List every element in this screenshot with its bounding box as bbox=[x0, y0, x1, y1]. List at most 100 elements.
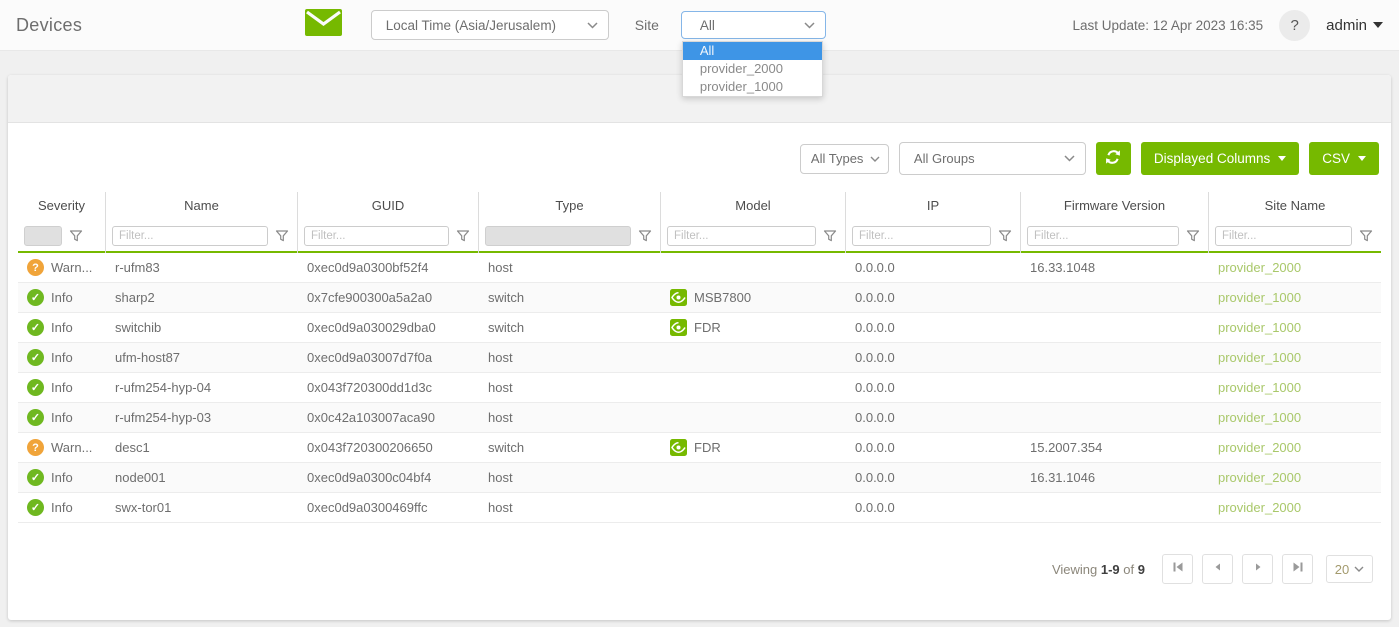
table-body: ?Warn...r-ufm830xec0d9a0300bf52f4host0.0… bbox=[18, 253, 1381, 523]
type-cell: switch bbox=[479, 440, 661, 455]
model-filter-input[interactable] bbox=[667, 226, 816, 246]
question-mark-icon: ? bbox=[1290, 17, 1298, 34]
mail-button[interactable] bbox=[305, 11, 343, 39]
guid-cell: 0xec0d9a0300469ffc bbox=[298, 500, 479, 515]
firmware-cell: 16.31.1046 bbox=[1021, 470, 1209, 485]
types-filter-select[interactable]: All Types bbox=[800, 144, 889, 174]
table-row[interactable]: ✓Infoswitchib0xec0d9a030029dba0switchFDR… bbox=[18, 313, 1381, 343]
severity-label: Warn... bbox=[51, 440, 92, 455]
severity-cell: ✓Info bbox=[18, 379, 106, 396]
caret-down-icon bbox=[1358, 156, 1366, 161]
firmware-cell: 15.2007.354 bbox=[1021, 440, 1209, 455]
column-header-model[interactable]: Model bbox=[661, 192, 846, 219]
site-select[interactable]: All bbox=[681, 11, 826, 39]
arrow-left-icon bbox=[1210, 559, 1226, 580]
refresh-button[interactable] bbox=[1096, 142, 1131, 175]
column-header-severity[interactable]: Severity bbox=[18, 192, 106, 219]
severity-label: Info bbox=[51, 320, 73, 335]
table-row[interactable]: ✓Infoswx-tor010xec0d9a0300469ffchost0.0.… bbox=[18, 493, 1381, 523]
guid-filter-input[interactable] bbox=[304, 226, 449, 246]
site-name-cell: provider_1000 bbox=[1209, 290, 1381, 305]
type-cell: switch bbox=[479, 320, 661, 335]
funnel-icon[interactable] bbox=[69, 229, 83, 243]
page-size-select[interactable]: 20 bbox=[1326, 555, 1373, 583]
user-menu[interactable]: admin bbox=[1326, 17, 1383, 34]
info-icon: ✓ bbox=[27, 379, 44, 396]
warning-icon: ? bbox=[27, 439, 44, 456]
arrow-right-icon bbox=[1250, 559, 1266, 580]
type-cell: host bbox=[479, 470, 661, 485]
next-page-button[interactable] bbox=[1242, 554, 1273, 584]
severity-cell: ✓Info bbox=[18, 319, 106, 336]
info-icon: ✓ bbox=[27, 499, 44, 516]
site-name-cell: provider_2000 bbox=[1209, 470, 1381, 485]
funnel-icon[interactable] bbox=[998, 229, 1012, 243]
timezone-select[interactable]: Local Time (Asia/Jerusalem) bbox=[371, 10, 609, 40]
severity-cell: ? Warn... bbox=[18, 439, 106, 456]
timezone-value: Local Time (Asia/Jerusalem) bbox=[386, 18, 556, 33]
first-page-button[interactable] bbox=[1162, 554, 1193, 584]
funnel-icon[interactable] bbox=[638, 229, 652, 243]
table-row[interactable]: ✓Infor-ufm254-hyp-030x0c42a103007aca90ho… bbox=[18, 403, 1381, 433]
table-row[interactable]: ✓Infonode0010xec0d9a0300c04bf4host0.0.0.… bbox=[18, 463, 1381, 493]
groups-filter-select[interactable]: All Groups bbox=[899, 142, 1086, 175]
skip-to-first-icon bbox=[1170, 559, 1186, 580]
guid-cell: 0x0c42a103007aca90 bbox=[298, 410, 479, 425]
table-row[interactable]: ?Warn...desc10x043f720300206650switchFDR… bbox=[18, 433, 1381, 463]
table-row[interactable]: ?Warn...r-ufm830xec0d9a0300bf52f4host0.0… bbox=[18, 253, 1381, 283]
site-option-all[interactable]: All bbox=[683, 42, 822, 60]
help-button[interactable]: ? bbox=[1279, 10, 1310, 41]
funnel-icon[interactable] bbox=[1359, 229, 1373, 243]
table-row[interactable]: ✓Infor-ufm254-hyp-040x043f720300dd1d3cho… bbox=[18, 373, 1381, 403]
severity-cell: ✓Info bbox=[18, 469, 106, 486]
funnel-icon[interactable] bbox=[823, 229, 837, 243]
funnel-icon[interactable] bbox=[275, 229, 289, 243]
severity-label: Info bbox=[51, 500, 73, 515]
site-name-cell: provider_1000 bbox=[1209, 320, 1381, 335]
column-header-guid[interactable]: GUID bbox=[298, 192, 479, 219]
firmware-cell: 16.33.1048 bbox=[1021, 260, 1209, 275]
site-option-provider-2000[interactable]: provider_2000 bbox=[683, 60, 822, 78]
username-label: admin bbox=[1326, 17, 1367, 34]
ip-cell: 0.0.0.0 bbox=[846, 440, 1021, 455]
name-cell: r-ufm83 bbox=[106, 260, 298, 275]
displayed-columns-button[interactable]: Displayed Columns bbox=[1141, 142, 1299, 175]
info-icon: ✓ bbox=[27, 409, 44, 426]
site-name-cell: provider_2000 bbox=[1209, 440, 1381, 455]
severity-cell: ✓ Info bbox=[18, 409, 106, 426]
previous-page-button[interactable] bbox=[1202, 554, 1233, 584]
column-header-type[interactable]: Type bbox=[479, 192, 661, 219]
severity-label: Info bbox=[51, 350, 73, 365]
table-row[interactable]: ✓Infosharp20x7cfe900300a5a2a0switchMSB78… bbox=[18, 283, 1381, 313]
type-cell: host bbox=[479, 500, 661, 515]
guid-cell: 0xec0d9a0300c04bf4 bbox=[298, 470, 479, 485]
severity-filter-disabled bbox=[24, 226, 62, 246]
name-cell: r-ufm254-hyp-04 bbox=[106, 380, 298, 395]
site-name-cell: provider_1000 bbox=[1209, 350, 1381, 365]
site-option-provider-1000[interactable]: provider_1000 bbox=[683, 78, 822, 96]
funnel-icon[interactable] bbox=[1186, 229, 1200, 243]
name-filter-input[interactable] bbox=[112, 226, 268, 246]
severity-label: Info bbox=[51, 410, 73, 425]
column-header-ip[interactable]: IP bbox=[846, 192, 1021, 219]
chevron-down-icon bbox=[587, 22, 598, 29]
column-header-firmware[interactable]: Firmware Version bbox=[1021, 192, 1209, 219]
column-header-site[interactable]: Site Name bbox=[1209, 192, 1381, 219]
type-filter-disabled bbox=[485, 226, 631, 246]
model-cell: FDR bbox=[661, 319, 846, 336]
firmware-filter-input[interactable] bbox=[1027, 226, 1179, 246]
last-page-button[interactable] bbox=[1282, 554, 1313, 584]
type-cell: host bbox=[479, 350, 661, 365]
devices-panel: All Types All Groups bbox=[8, 75, 1391, 620]
type-cell: host bbox=[479, 260, 661, 275]
ip-filter-input[interactable] bbox=[852, 226, 991, 246]
model-label: FDR bbox=[694, 440, 721, 455]
table-row[interactable]: ✓Infoufm-host870xec0d9a03007d7f0ahost0.0… bbox=[18, 343, 1381, 373]
viewing-summary: Viewing 1-9 of 9 bbox=[1052, 562, 1145, 577]
site-filter-input[interactable] bbox=[1215, 226, 1352, 246]
column-header-name[interactable]: Name bbox=[106, 192, 298, 219]
skip-to-last-icon bbox=[1290, 559, 1306, 580]
funnel-icon[interactable] bbox=[456, 229, 470, 243]
csv-button[interactable]: CSV bbox=[1309, 142, 1379, 175]
page-title: Devices bbox=[16, 15, 82, 36]
